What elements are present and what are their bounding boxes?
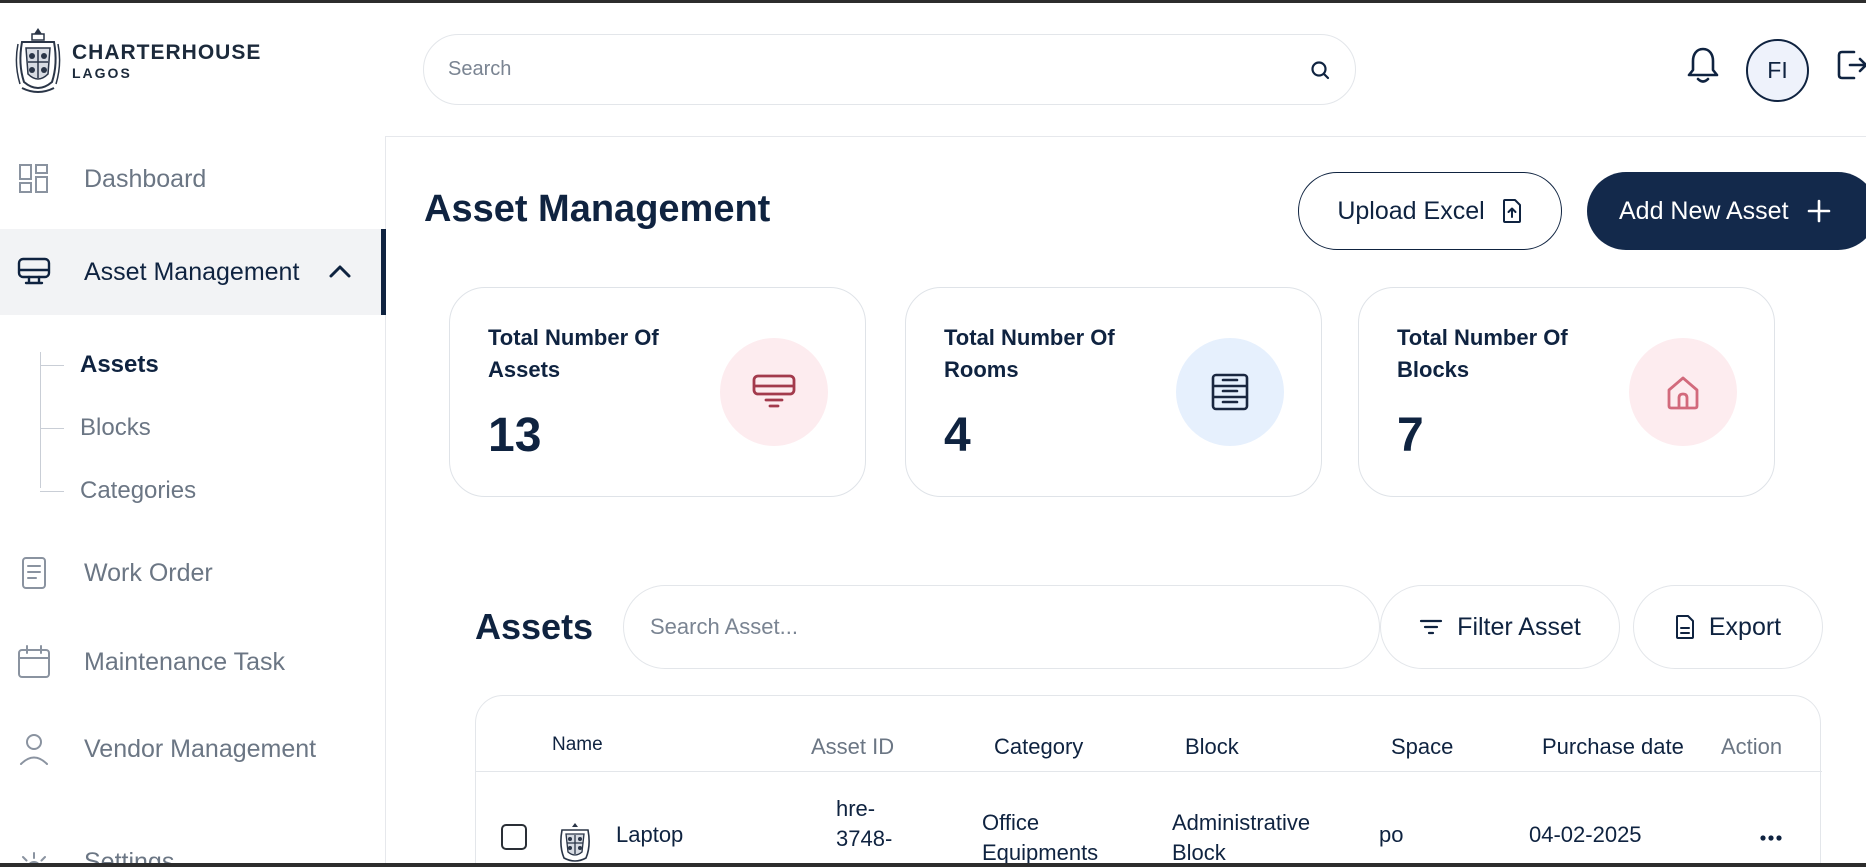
sidebar-item-work-order[interactable]: Work Order xyxy=(0,530,386,616)
upload-excel-button[interactable]: Upload Excel xyxy=(1298,172,1562,250)
column-header-action: Action xyxy=(1721,734,1783,759)
brand-logo[interactable]: CHARTERHOUSE LAGOS xyxy=(14,24,261,98)
home-icon xyxy=(1667,376,1699,410)
window-bottom-border xyxy=(0,863,1866,867)
assets-table: Name Asset ID Category Block Space Purch… xyxy=(475,695,1822,867)
column-header-asset-id[interactable]: Asset ID xyxy=(811,734,894,760)
window-top-border xyxy=(0,0,1866,3)
export-button[interactable]: Export xyxy=(1633,585,1823,669)
add-new-asset-label: Add New Asset xyxy=(1619,196,1789,225)
header-divider xyxy=(386,136,1866,137)
export-label: Export xyxy=(1708,612,1782,641)
global-search-bar[interactable] xyxy=(423,34,1356,105)
submenu-item-assets[interactable]: Assets xyxy=(40,345,159,385)
add-new-asset-button[interactable]: Add New Asset xyxy=(1587,172,1866,250)
bell-icon[interactable] xyxy=(1686,45,1720,85)
cell-space: po xyxy=(1379,822,1404,847)
brand-name: CHARTERHOUSE xyxy=(72,41,262,64)
filter-asset-label: Filter Asset xyxy=(1457,612,1581,641)
sidebar-item-dashboard[interactable]: Dashboard xyxy=(0,136,386,222)
stat-value: 7 xyxy=(1397,409,1424,462)
brand-text: CHARTERHOUSE LAGOS xyxy=(72,42,261,80)
chevron-up-icon[interactable] xyxy=(326,258,354,286)
sidebar-item-label: Maintenance Task xyxy=(84,647,286,676)
page-title: Asset Management xyxy=(424,188,771,230)
cell-category-line1: Office xyxy=(982,810,1040,835)
stat-card-assets: Total Number Of Assets 13 xyxy=(449,287,866,497)
crest-icon xyxy=(15,28,61,93)
stack-icon xyxy=(1211,373,1249,411)
monitor-icon xyxy=(752,374,796,408)
sidebar-item-settings[interactable]: Settings xyxy=(0,818,386,867)
sidebar-item-vendor-management[interactable]: Vendor Management xyxy=(0,706,386,792)
column-header-name[interactable]: Name xyxy=(552,734,603,756)
assets-section-title: Assets xyxy=(475,606,594,647)
cell-name[interactable]: Laptop xyxy=(616,820,683,850)
row-checkbox[interactable] xyxy=(501,824,527,850)
stat-icon-wrapper xyxy=(1629,338,1737,446)
stat-label: Total Number Of Blocks xyxy=(1397,325,1568,382)
monitor-icon xyxy=(17,257,51,285)
search-icon[interactable] xyxy=(1309,59,1331,81)
submenu-branch xyxy=(40,490,64,492)
stat-label: Total Number Of Assets xyxy=(488,325,659,382)
asset-thumbnail-icon xyxy=(560,823,590,862)
stat-icon-wrapper xyxy=(1176,338,1284,446)
stat-card-rooms: Total Number Of Rooms 4 xyxy=(905,287,1322,497)
file-upload-icon xyxy=(1502,199,1521,223)
column-header-block[interactable]: Block xyxy=(1185,734,1239,760)
stat-label: Total Number Of Rooms xyxy=(944,325,1115,382)
stat-value: 4 xyxy=(944,409,971,462)
submenu-item-blocks[interactable]: Blocks xyxy=(40,408,151,448)
submenu-item-label: Blocks xyxy=(80,414,151,441)
column-header-purchase-date[interactable]: Purchase date xyxy=(1542,734,1684,760)
column-header-space[interactable]: Space xyxy=(1391,734,1453,760)
user-icon xyxy=(20,734,48,765)
document-icon xyxy=(1675,615,1694,639)
sidebar-item-asset-management[interactable]: Asset Management xyxy=(0,229,386,315)
submenu-branch xyxy=(40,364,64,366)
filter-asset-button[interactable]: Filter Asset xyxy=(1380,585,1620,669)
table-row[interactable]: Laptop hre- 3748- Office Equipments Admi… xyxy=(476,772,1822,867)
sidebar-item-label: Asset Management xyxy=(84,257,300,286)
calendar-icon xyxy=(18,645,50,678)
stat-card-blocks: Total Number Of Blocks 7 xyxy=(1358,287,1775,497)
asset-search-input[interactable] xyxy=(650,614,1353,640)
sidebar-item-label: Vendor Management xyxy=(84,734,317,763)
cell-purchase-date: 04-02-2025 xyxy=(1529,822,1642,847)
global-search-input[interactable] xyxy=(448,58,1309,81)
brand-city: LAGOS xyxy=(72,65,132,81)
sidebar-item-label: Dashboard xyxy=(84,164,207,193)
cell-asset-id-line2: 3748- xyxy=(836,826,893,851)
filter-icon xyxy=(1420,619,1443,635)
submenu-item-label: Categories xyxy=(80,477,197,504)
stat-value: 13 xyxy=(488,409,542,462)
asset-search-bar[interactable] xyxy=(623,585,1380,669)
cell-block-line1: Administrative xyxy=(1172,810,1311,835)
submenu-item-label: Assets xyxy=(80,351,159,378)
stat-icon-wrapper xyxy=(720,338,828,446)
plus-icon xyxy=(1807,199,1830,223)
document-icon xyxy=(22,557,46,589)
sidebar-item-label: Work Order xyxy=(84,558,213,587)
user-avatar[interactable]: FI xyxy=(1746,39,1809,102)
more-options-icon[interactable] xyxy=(1756,828,1786,848)
cell-asset-id-line1: hre- xyxy=(836,796,876,821)
sidebar-item-maintenance-task[interactable]: Maintenance Task xyxy=(0,619,386,705)
submenu-item-categories[interactable]: Categories xyxy=(40,471,196,511)
logout-icon[interactable] xyxy=(1836,46,1866,84)
column-header-category[interactable]: Category xyxy=(994,734,1083,760)
dashboard-grid-icon xyxy=(19,164,48,193)
submenu-branch xyxy=(40,427,64,429)
upload-excel-label: Upload Excel xyxy=(1337,196,1485,225)
app-window: CHARTERHOUSE LAGOS FI Dashboard xyxy=(0,0,1866,867)
